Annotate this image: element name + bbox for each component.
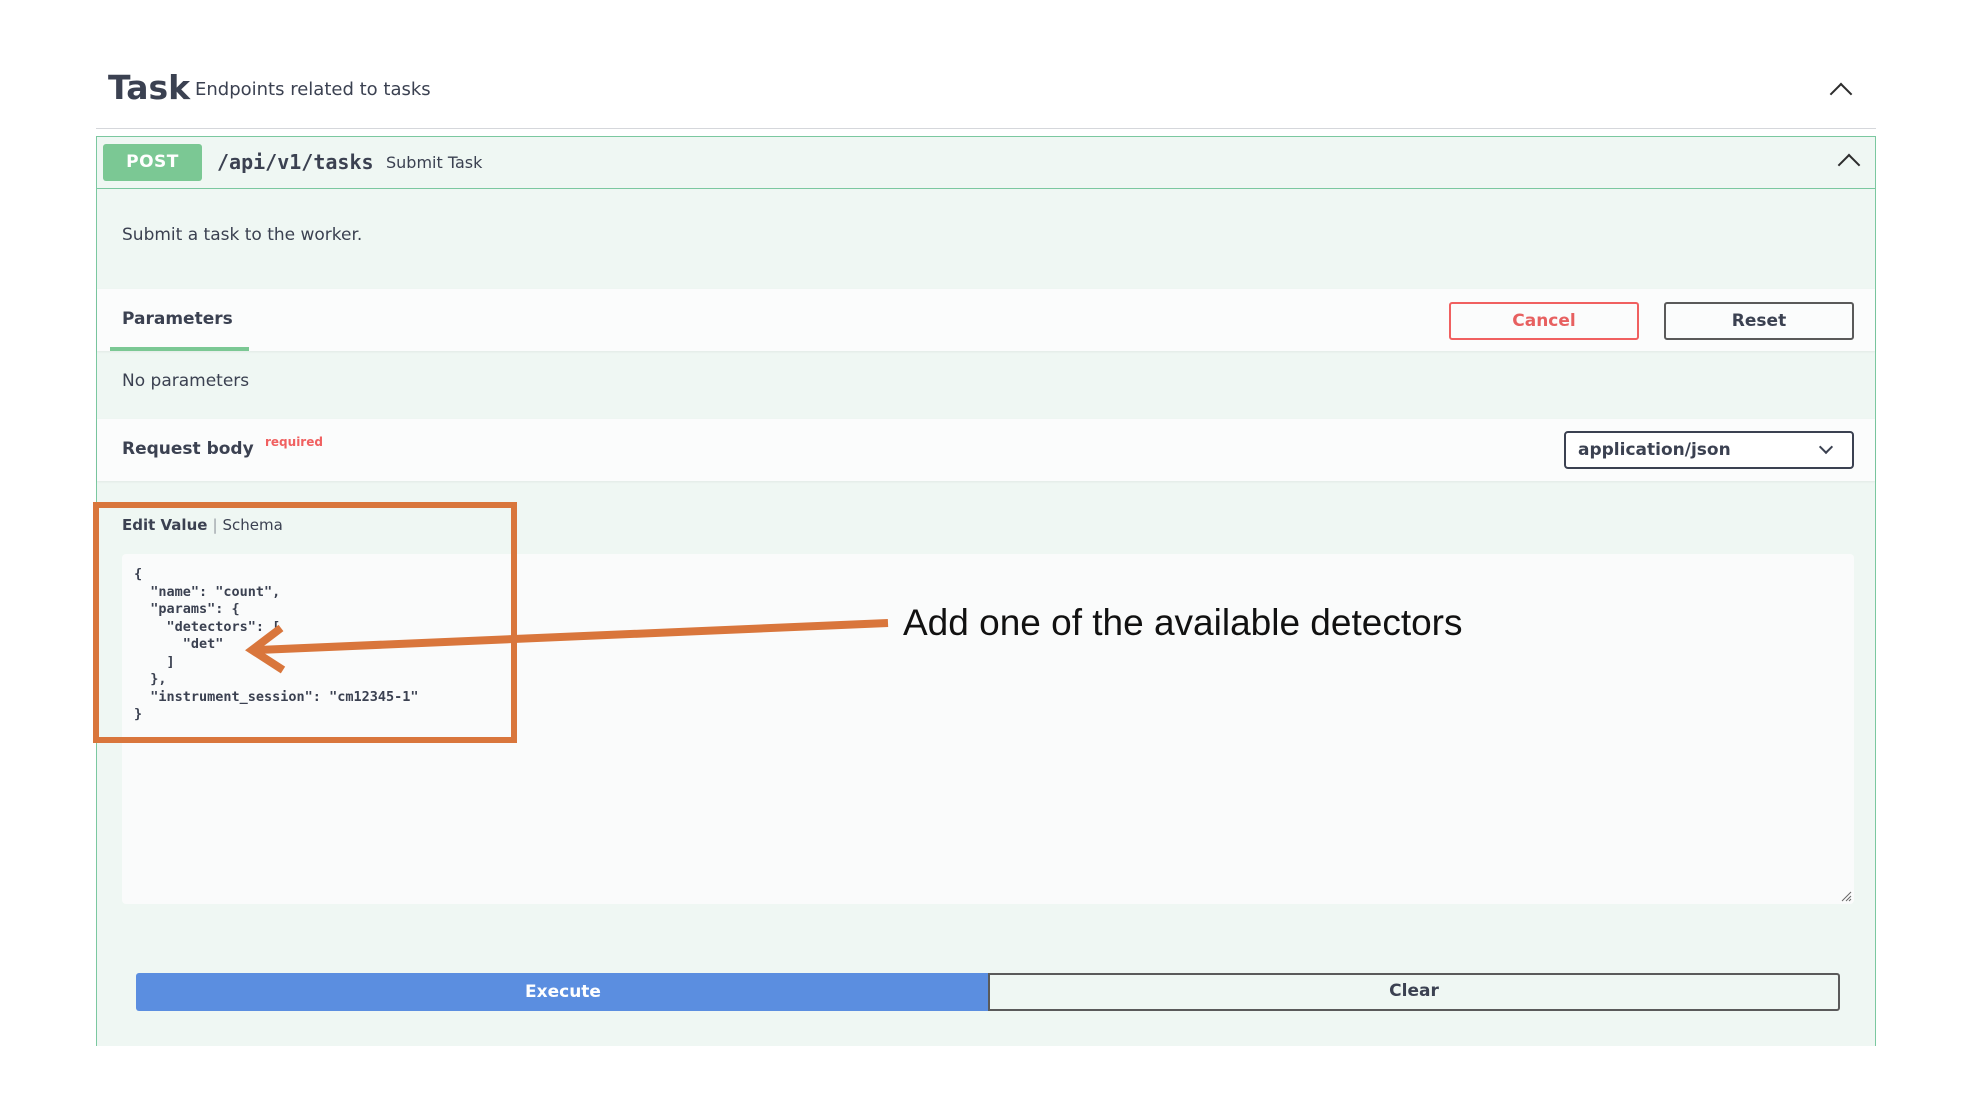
arrow-icon	[245, 619, 889, 674]
annotation-text: Add one of the available detectors	[903, 602, 1463, 643]
